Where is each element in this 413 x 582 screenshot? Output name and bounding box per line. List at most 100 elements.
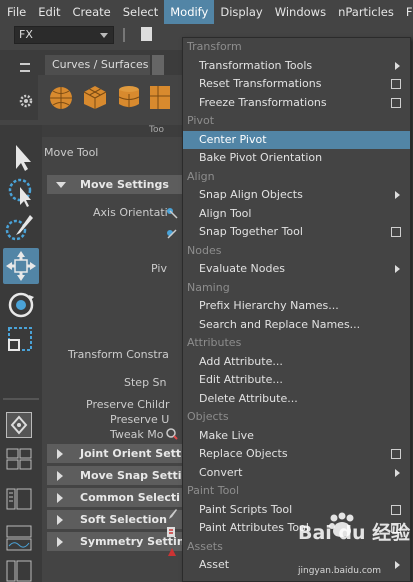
menu-item-convert[interactable]: Convert: [183, 464, 410, 482]
triangle-right-icon: [57, 515, 63, 525]
menu-select[interactable]: Select: [117, 0, 164, 24]
nurbs-cone-icon[interactable]: [150, 84, 170, 110]
menu-item-snap-align-objects[interactable]: Snap Align Objects: [183, 186, 410, 204]
shelf-menu-icon[interactable]: [20, 63, 30, 72]
gear-icon[interactable]: [19, 94, 33, 108]
menu-item-make-live[interactable]: Make Live: [183, 427, 410, 445]
section-joint-orient[interactable]: Joint Orient Sett: [47, 444, 182, 463]
menu-section-label: Pivot: [187, 114, 215, 127]
menu-section-paint-tool: Paint Tool: [183, 482, 410, 500]
menu-section-align: Align: [183, 168, 410, 186]
menu-section-attributes: Attributes: [183, 334, 410, 352]
menu-item-add-attribute[interactable]: Add Attribute...: [183, 353, 410, 371]
section-symmetry[interactable]: Symmetry Settin: [47, 532, 182, 551]
menu-fluids[interactable]: Flu: [400, 0, 413, 24]
menu-item-label: Center Pivot: [199, 132, 267, 146]
section-label: Soft Selection: [80, 513, 167, 526]
tool-settings-title: Too: [149, 125, 164, 135]
option-box-icon[interactable]: [391, 97, 401, 108]
menu-item-replace-objects[interactable]: Replace Objects: [183, 445, 410, 463]
preserve-uvs-label: Preserve U: [110, 413, 170, 426]
menu-display[interactable]: Display: [214, 0, 268, 24]
paint-select-tool-icon[interactable]: [3, 210, 39, 246]
section-common-selection[interactable]: Common Selecti: [47, 488, 182, 507]
nurbs-cube-icon[interactable]: [82, 84, 108, 110]
tool-name: Move Tool: [44, 146, 99, 159]
menu-section-objects: Objects: [183, 408, 410, 426]
section-move-snap[interactable]: Move Snap Setti: [47, 466, 182, 485]
menu-item-label: Prefix Hierarchy Names...: [199, 299, 339, 312]
menu-modify[interactable]: Modify: [164, 0, 215, 24]
triangle-right-icon: [57, 493, 63, 503]
layout-four-pane-button[interactable]: [6, 448, 32, 470]
option-box-icon[interactable]: [391, 449, 401, 459]
layout-outliner-button[interactable]: [6, 488, 32, 510]
rotate-tool-icon[interactable]: [3, 287, 39, 323]
layout-extra-button[interactable]: [6, 560, 32, 582]
menu-item-evaluate-nodes[interactable]: Evaluate Nodes: [183, 260, 410, 278]
menu-section-transform: Transform: [183, 38, 410, 56]
menu-section-nodes: Nodes: [183, 242, 410, 260]
tweak-mode-icon: [166, 428, 178, 440]
nurbs-cylinder-icon[interactable]: [116, 84, 142, 110]
menu-item-reset-transformations[interactable]: Reset Transformations: [183, 75, 410, 93]
section-label: Move Snap Setti: [80, 469, 182, 482]
tweak-mode-label: Tweak Mo: [110, 428, 164, 441]
lasso-tool-icon[interactable]: [3, 175, 39, 211]
triangle-right-icon: [57, 449, 63, 459]
watermark-url: jingyan.baidu.com: [298, 566, 382, 576]
menu-item-label: Freeze Transformations: [199, 95, 327, 109]
paint-attributes-icon: [167, 527, 175, 537]
menu-nparticles[interactable]: nParticles: [332, 0, 400, 24]
nurbs-sphere-icon[interactable]: [48, 84, 74, 110]
menu-section-label: Nodes: [187, 243, 222, 257]
menu-item-search-and-replace-names[interactable]: Search and Replace Names...: [183, 316, 410, 334]
layout-graph-button[interactable]: [6, 525, 32, 551]
option-box-icon[interactable]: [391, 227, 401, 237]
section-label: Common Selecti: [80, 491, 180, 504]
menu-section-naming: Naming: [183, 279, 410, 297]
menu-item-edit-attribute[interactable]: Edit Attribute...: [183, 371, 410, 389]
menu-file[interactable]: File: [0, 0, 32, 24]
menu-section-label: Naming: [187, 280, 230, 294]
modify-menu: Transform Transformation Tools Reset Trans…: [182, 37, 411, 582]
menu-item-snap-together-tool[interactable]: Snap Together Tool: [183, 223, 410, 241]
menu-item-center-pivot[interactable]: Center Pivot: [183, 130, 410, 149]
scale-tool-icon[interactable]: [3, 322, 39, 358]
menu-item-transformation-tools[interactable]: Transformation Tools: [183, 57, 410, 75]
menu-item-label: Transformation Tools: [199, 58, 313, 72]
menu-set-dropdown[interactable]: FX: [14, 26, 114, 44]
select-tool-icon[interactable]: [3, 140, 39, 176]
menu-windows[interactable]: Windows: [269, 0, 332, 24]
triangle-right-icon: [57, 471, 63, 481]
outliner-layout-icon: [6, 488, 32, 510]
menu-edit[interactable]: Edit: [32, 0, 66, 24]
object-axis-icon: [167, 229, 177, 239]
option-box-icon[interactable]: [391, 79, 401, 89]
layout-single-pane-button[interactable]: [6, 412, 32, 438]
separator: [123, 28, 125, 42]
shelf-tab-next[interactable]: [152, 55, 164, 75]
axis-orientation-label: Axis Orientati: [93, 206, 168, 219]
section-move-settings[interactable]: Move Settings: [47, 175, 182, 194]
toolbox-divider: [3, 398, 39, 400]
menu-section-label: Objects: [187, 410, 229, 423]
move-tool-button[interactable]: [3, 248, 39, 284]
menu-item-prefix-hierarchy-names[interactable]: Prefix Hierarchy Names...: [183, 297, 410, 315]
menu-create[interactable]: Create: [67, 0, 117, 24]
menu-item-freeze-transformations[interactable]: Freeze Transformations: [183, 94, 410, 112]
section-soft-selection[interactable]: Soft Selection: [47, 510, 182, 529]
menu-item-label: Snap Together Tool: [199, 225, 303, 238]
menu-section-label: Transform: [187, 40, 242, 53]
submenu-arrow-icon: [395, 265, 400, 273]
section-label: Joint Orient Sett: [80, 447, 182, 460]
menu-section-label: Paint Tool: [187, 484, 240, 497]
menu-item-label: Paint Scripts Tool: [199, 502, 293, 516]
new-scene-icon[interactable]: [141, 27, 152, 41]
menu-item-label: Replace Objects: [199, 447, 288, 460]
shelf-tab-curves-surfaces[interactable]: Curves / Surfaces: [45, 55, 150, 75]
menu-item-label: Asset: [199, 558, 230, 571]
menu-item-delete-attribute[interactable]: Delete Attribute...: [183, 390, 410, 408]
menu-item-bake-pivot-orientation[interactable]: Bake Pivot Orientation: [183, 149, 410, 167]
menu-item-align-tool[interactable]: Align Tool: [183, 205, 410, 223]
